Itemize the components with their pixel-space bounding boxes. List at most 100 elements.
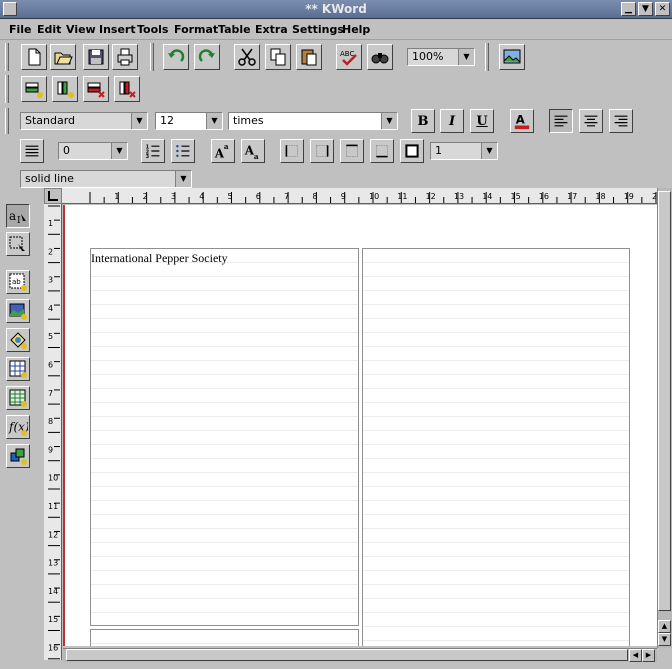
svg-text:a: a xyxy=(224,142,229,151)
paste-icon[interactable] xyxy=(296,44,322,70)
bullet-list-icon[interactable] xyxy=(171,139,195,163)
font-size-select[interactable]: 12 ▼ xyxy=(155,112,223,130)
close-button[interactable]: ✕ xyxy=(655,2,670,16)
menu-edit[interactable]: Edit xyxy=(37,23,61,36)
new-icon[interactable] xyxy=(21,44,47,70)
text-frame-footer[interactable] xyxy=(90,629,359,646)
format-toolbar: Standard ▼ 12 ▼ times ▼ B I U A xyxy=(0,106,672,136)
undo-icon[interactable] xyxy=(163,44,189,70)
ruler-label: 7 xyxy=(284,192,289,201)
menu-tools[interactable]: Tools xyxy=(137,23,168,36)
ruler-label: 16 xyxy=(539,192,549,201)
border-bottom-icon[interactable] xyxy=(370,139,394,163)
style-select[interactable]: Standard ▼ xyxy=(20,112,148,130)
delete-row-icon[interactable] xyxy=(83,76,109,102)
formula-tool-icon[interactable]: f(x) xyxy=(6,415,30,439)
svg-text:a: a xyxy=(9,209,16,223)
edit-text-tool-icon[interactable]: aI xyxy=(6,204,30,228)
chevron-down-icon: ▼ xyxy=(131,113,147,129)
toolbar-handle[interactable] xyxy=(485,43,489,71)
save-icon[interactable] xyxy=(83,44,109,70)
vertical-ruler[interactable]: 1 2 3 4 5 6 7 8 9 10 11 12 13 14 15 16 xyxy=(44,204,62,660)
vertical-scroll-thumb[interactable] xyxy=(658,191,671,611)
text-frame-tool-icon[interactable]: ab xyxy=(6,270,30,294)
underline-button[interactable]: U xyxy=(470,109,494,133)
align-justify-icon[interactable] xyxy=(20,139,44,163)
text-frame-left[interactable]: International Pepper Society xyxy=(90,248,359,626)
scroll-up-icon[interactable]: ▲ xyxy=(658,620,671,633)
print-icon[interactable] xyxy=(112,44,138,70)
spreadsheet-tool-icon[interactable] xyxy=(6,386,30,410)
vertical-scrollbar[interactable]: ▲ ▼ xyxy=(657,188,672,648)
find-icon[interactable] xyxy=(367,44,393,70)
ruler-label: 14 xyxy=(48,587,58,596)
border-style-select[interactable]: solid line ▼ xyxy=(20,170,192,188)
minimize-button[interactable]: ▁ xyxy=(621,2,636,16)
border-width-value: 0 xyxy=(63,144,70,157)
font-family-value: times xyxy=(233,114,264,127)
horizontal-scroll-thumb[interactable] xyxy=(66,649,628,661)
horizontal-ruler[interactable]: 1234567891011121314151617181920 xyxy=(62,188,660,204)
picture-icon[interactable] xyxy=(499,44,525,70)
ruler-label: 2 xyxy=(143,192,148,201)
delete-column-icon[interactable] xyxy=(114,76,140,102)
bold-button[interactable]: B xyxy=(411,109,435,133)
svg-text:A: A xyxy=(516,113,525,127)
select-frame-tool-icon[interactable] xyxy=(6,232,30,256)
open-icon[interactable] xyxy=(50,44,76,70)
chevron-down-icon: ▼ xyxy=(111,143,127,159)
ruler-corner[interactable] xyxy=(44,188,62,204)
horizontal-scrollbar[interactable]: ◀ ▶ xyxy=(63,648,657,662)
toolbar-handle[interactable] xyxy=(5,75,9,103)
superscript-icon[interactable]: Aa xyxy=(211,139,235,163)
font-family-select[interactable]: times ▼ xyxy=(228,112,398,130)
text-frame-right[interactable] xyxy=(362,248,630,646)
scroll-left-icon[interactable]: ◀ xyxy=(629,649,642,662)
align-left-icon[interactable] xyxy=(549,109,573,133)
menu-view[interactable]: View xyxy=(66,23,96,36)
border-toolbar: 0 ▼ 123 Aa Aa 1 ▼ xyxy=(0,136,672,166)
align-right-icon[interactable] xyxy=(609,109,633,133)
redo-icon[interactable] xyxy=(194,44,220,70)
menu-table[interactable]: Table xyxy=(218,23,251,36)
menu-format[interactable]: Format xyxy=(174,23,218,36)
table-tool-icon[interactable] xyxy=(6,357,30,381)
toolbar-handle[interactable] xyxy=(150,43,154,71)
toolbar-handle[interactable] xyxy=(5,43,9,71)
text-color-icon[interactable]: A xyxy=(510,109,534,133)
scroll-right-icon[interactable]: ▶ xyxy=(642,649,655,662)
maximize-button[interactable]: ▼ xyxy=(638,2,653,16)
ruler-label: 11 xyxy=(397,192,407,201)
ruler-label: 18 xyxy=(595,192,605,201)
border-all-icon[interactable] xyxy=(400,139,424,163)
chevron-down-icon: ▼ xyxy=(381,113,397,129)
border-width-select[interactable]: 0 ▼ xyxy=(58,142,128,160)
numbered-list-icon[interactable]: 123 xyxy=(141,139,165,163)
cut-icon[interactable] xyxy=(234,44,260,70)
spellcheck-icon[interactable]: ABC xyxy=(336,44,362,70)
border-size-select[interactable]: 1 ▼ xyxy=(430,142,498,160)
insert-row-icon[interactable] xyxy=(21,76,47,102)
menu-file[interactable]: File xyxy=(9,23,32,36)
toolbar-handle[interactable] xyxy=(5,108,9,134)
menu-settings[interactable]: Settings xyxy=(292,23,344,36)
border-top-icon[interactable] xyxy=(340,139,364,163)
border-right-icon[interactable] xyxy=(310,139,334,163)
zoom-select[interactable]: 100% ▼ xyxy=(407,48,475,66)
clipart-tool-icon[interactable] xyxy=(6,328,30,352)
part-tool-icon[interactable] xyxy=(6,444,30,468)
ruler-label: 4 xyxy=(199,192,204,201)
menu-insert[interactable]: Insert xyxy=(99,23,136,36)
italic-button[interactable]: I xyxy=(440,109,464,133)
document-canvas[interactable]: International Pepper Society xyxy=(63,205,657,646)
copy-icon[interactable] xyxy=(265,44,291,70)
align-center-icon[interactable] xyxy=(579,109,603,133)
picture-frame-tool-icon[interactable] xyxy=(6,299,30,323)
scroll-down-icon[interactable]: ▼ xyxy=(658,633,671,646)
ruler-label: 15 xyxy=(48,615,58,624)
insert-column-icon[interactable] xyxy=(52,76,78,102)
border-left-icon[interactable] xyxy=(280,139,304,163)
menu-help[interactable]: Help xyxy=(342,23,370,36)
menu-extra[interactable]: Extra xyxy=(255,23,288,36)
subscript-icon[interactable]: Aa xyxy=(241,139,265,163)
